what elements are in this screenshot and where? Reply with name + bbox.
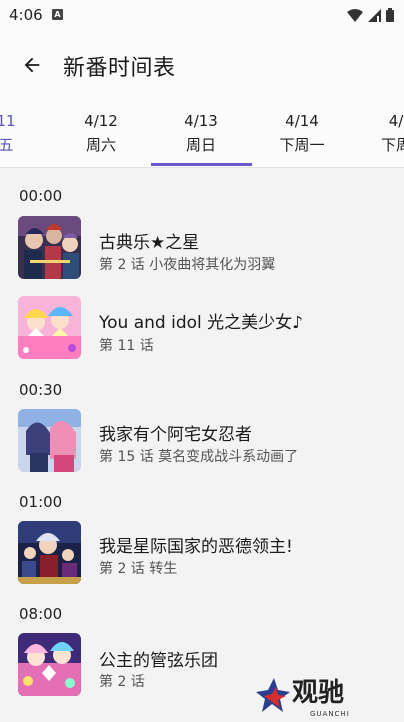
episode-info: 第 2 话 小夜曲将其化为羽翼 bbox=[99, 257, 276, 273]
back-button[interactable] bbox=[18, 51, 46, 79]
date-tabs: 11 五 4/12 周六 4/13 周日 4/14 下周一 4/ 下周 bbox=[0, 100, 404, 168]
list-item[interactable]: 我家有个阿宅女忍者 第 15 话 莫名变成战斗系动画了 bbox=[0, 406, 404, 484]
anime-title: You and idol 光之美少女♪ bbox=[99, 313, 303, 333]
anime-title: 古典乐★之星 bbox=[99, 233, 200, 253]
list-item[interactable]: You and idol 光之美少女♪ 第 11 话 bbox=[0, 294, 404, 372]
watermark-text: 观驰 bbox=[292, 678, 344, 708]
episode-info: 第 2 话 转生 bbox=[99, 561, 178, 577]
anime-cover-image bbox=[18, 296, 81, 359]
tab-weekday: 周六 bbox=[85, 136, 116, 154]
tab-weekday: 五 bbox=[0, 134, 56, 155]
time-slot-header: 01:00 bbox=[19, 493, 63, 511]
anime-title: 我是星际国家的恶德领主! bbox=[99, 537, 293, 557]
anime-title: 我家有个阿宅女忍者 bbox=[99, 425, 252, 445]
time-slot-header: 00:30 bbox=[19, 381, 63, 399]
wifi-icon bbox=[347, 8, 363, 22]
anime-cover-image bbox=[18, 216, 81, 279]
tab-date: 4/14 bbox=[285, 112, 319, 130]
status-time: 4:06 bbox=[9, 6, 43, 24]
tab-date: 4/ bbox=[388, 112, 404, 130]
schedule-list[interactable]: 00:00 古典乐★之星 第 2 话 小夜曲将其化为羽翼 You and ido… bbox=[0, 170, 404, 720]
episode-info: 第 11 话 bbox=[99, 338, 154, 354]
tab-date: 4/12 bbox=[84, 112, 118, 130]
status-bar: 4:06 A bbox=[0, 0, 404, 30]
tab-day-11[interactable]: 11 五 bbox=[0, 100, 56, 167]
time-slot-header: 00:00 bbox=[19, 187, 63, 205]
tab-date: 11 bbox=[0, 112, 16, 130]
tab-weekday: 下周一 bbox=[279, 136, 325, 154]
tab-day-4-14[interactable]: 4/14 下周一 bbox=[252, 100, 352, 167]
anime-cover-image bbox=[18, 633, 81, 696]
tab-day-4-13[interactable]: 4/13 周日 bbox=[151, 100, 251, 167]
notification-icon: A bbox=[52, 9, 63, 20]
tab-weekday: 周日 bbox=[185, 136, 216, 154]
tab-day-4-12[interactable]: 4/12 周六 bbox=[51, 100, 151, 167]
battery-icon bbox=[386, 8, 394, 22]
tab-weekday: 下周 bbox=[380, 136, 404, 154]
anime-title: 公主的管弦乐团 bbox=[99, 651, 218, 671]
page-title: 新番时间表 bbox=[63, 56, 176, 81]
status-icons bbox=[347, 8, 394, 22]
selected-tab-indicator bbox=[151, 163, 252, 166]
arrow-left-icon bbox=[24, 57, 40, 73]
anime-cover-image bbox=[18, 521, 81, 584]
tab-day-4-15[interactable]: 4/ 下周 bbox=[346, 100, 404, 167]
time-slot-header: 08:00 bbox=[19, 605, 63, 623]
tab-date: 4/13 bbox=[184, 112, 218, 130]
watermark-subtext: GUANCHI bbox=[310, 710, 350, 718]
list-item[interactable]: 我是星际国家的恶德领主! 第 2 话 转生 bbox=[0, 518, 404, 596]
app-bar: 新番时间表 bbox=[0, 30, 404, 100]
episode-info: 第 2 话 bbox=[99, 674, 145, 690]
list-item[interactable]: 古典乐★之星 第 2 话 小夜曲将其化为羽翼 bbox=[0, 214, 404, 292]
episode-info: 第 15 话 莫名变成战斗系动画了 bbox=[99, 449, 299, 465]
watermark-logo: 观驰 GUANCHI bbox=[252, 672, 382, 718]
anime-cover-image bbox=[18, 409, 81, 472]
signal-icon bbox=[368, 8, 381, 22]
